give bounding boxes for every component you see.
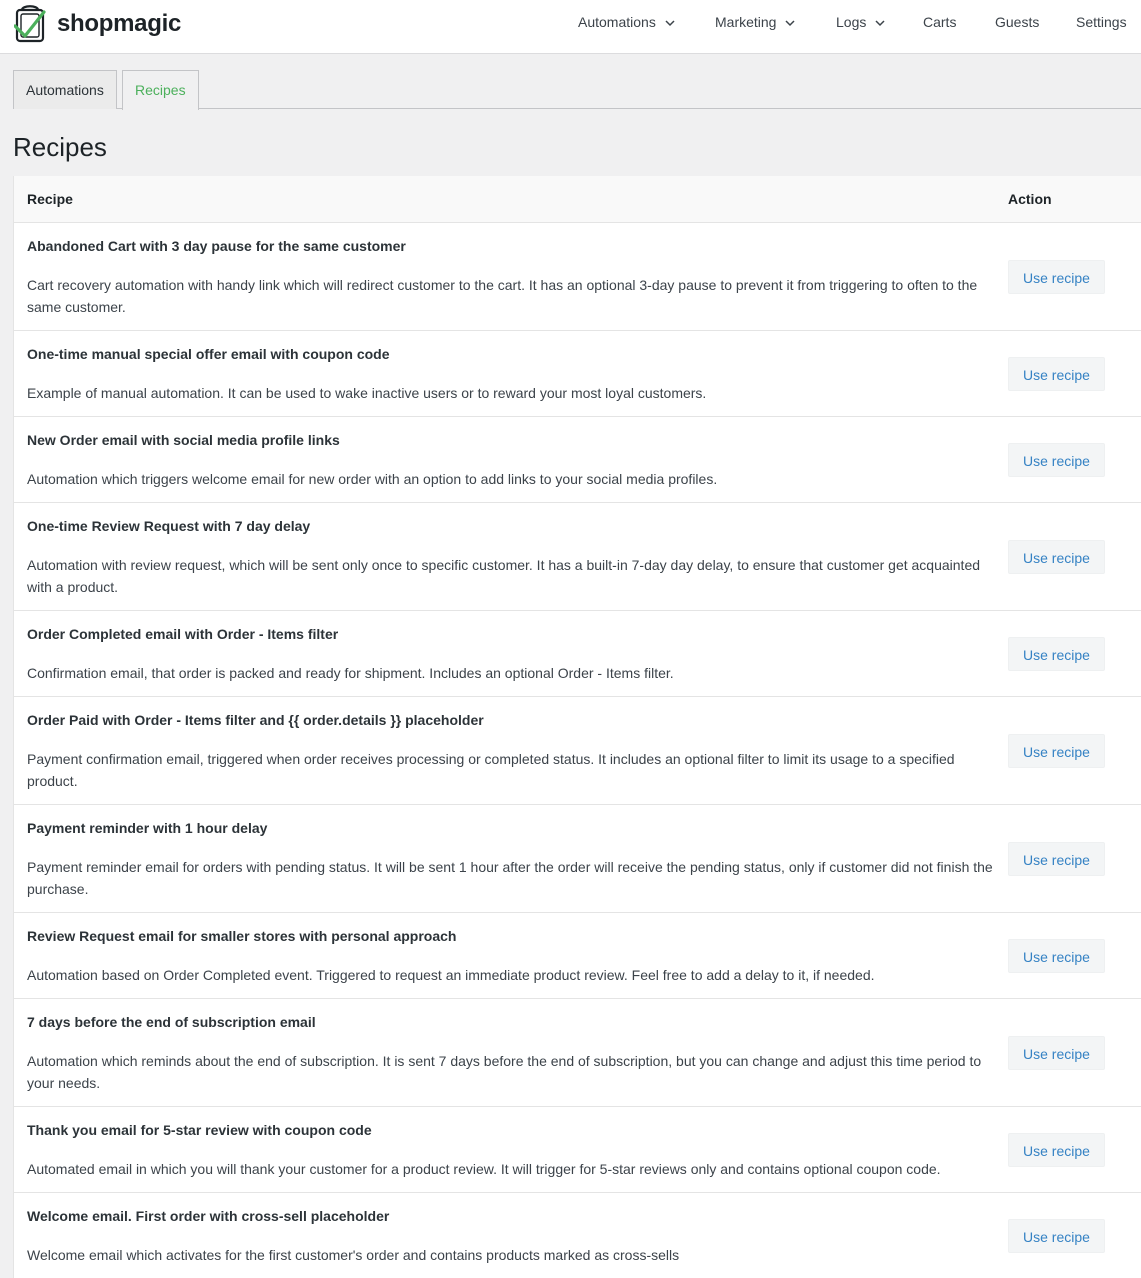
recipe-cell: Payment reminder with 1 hour delay Paymen… bbox=[14, 805, 994, 912]
recipe-title: Order Paid with Order - Items filter and… bbox=[27, 712, 484, 728]
recipe-title: Welcome email. First order with cross-se… bbox=[27, 1208, 390, 1224]
recipe-title: Payment reminder with 1 hour delay bbox=[27, 820, 268, 836]
recipe-description: Automation with review request, which wi… bbox=[27, 557, 981, 595]
recipe-title: Order Completed email with Order - Items… bbox=[27, 626, 339, 642]
recipe-description: Welcome email which activates for the fi… bbox=[27, 1247, 680, 1263]
table-header: Recipe Action bbox=[14, 176, 1141, 223]
nav-guests-label: Guests bbox=[995, 14, 1040, 30]
table-row: Welcome email. First order with cross-se… bbox=[14, 1193, 1141, 1278]
recipe-description: Cart recovery automation with handy link… bbox=[27, 277, 978, 315]
nav-guests[interactable]: Guests bbox=[995, 0, 1039, 44]
table-row: Abandoned Cart with 3 day pause for the … bbox=[14, 223, 1141, 331]
recipe-title: Thank you email for 5-star review with c… bbox=[27, 1122, 372, 1138]
use-recipe-button[interactable]: Use recipe bbox=[1008, 356, 1105, 391]
nav-marketing-label: Marketing bbox=[715, 14, 777, 30]
nav-carts-label: Carts bbox=[923, 14, 957, 30]
nav-logs[interactable]: Logs bbox=[836, 0, 885, 44]
recipe-description: Example of manual automation. It can be … bbox=[27, 385, 707, 401]
recipe-description: Confirmation email, that order is packed… bbox=[27, 665, 674, 681]
page-title: Recipes bbox=[13, 132, 107, 162]
table-body: Abandoned Cart with 3 day pause for the … bbox=[14, 223, 1141, 1278]
use-recipe-button[interactable]: Use recipe bbox=[1008, 1035, 1105, 1070]
shopmagic-logo-icon bbox=[14, 5, 46, 43]
recipe-title: One-time manual special offer email with… bbox=[27, 346, 390, 362]
recipe-title: New Order email with social media profil… bbox=[27, 432, 340, 448]
chevron-down-icon bbox=[785, 20, 795, 27]
recipe-cell: New Order email with social media profil… bbox=[14, 417, 994, 502]
table-row: One-time manual special offer email with… bbox=[14, 331, 1141, 417]
logo-text: shopmagic bbox=[57, 10, 181, 37]
nav-settings-label: Settings bbox=[1076, 14, 1127, 30]
recipe-title: 7 days before the end of subscription em… bbox=[27, 1014, 316, 1030]
nav-logs-label: Logs bbox=[836, 14, 867, 30]
recipe-cell: Order Paid with Order - Items filter and… bbox=[14, 697, 994, 804]
tab-automations[interactable]: Automations bbox=[13, 70, 117, 109]
recipe-title: Review Request email for smaller stores … bbox=[27, 928, 457, 944]
use-recipe-button[interactable]: Use recipe bbox=[1008, 259, 1105, 294]
nav-marketing[interactable]: Marketing bbox=[715, 0, 795, 44]
use-recipe-button[interactable]: Use recipe bbox=[1008, 539, 1105, 574]
recipe-cell: One-time Review Request with 7 day delay… bbox=[14, 503, 994, 610]
table-row: New Order email with social media profil… bbox=[14, 417, 1141, 503]
top-bar: shopmagic Automations Marketing Logs Car… bbox=[0, 0, 1141, 54]
recipes-table: Recipe Action Abandoned Cart with 3 day … bbox=[13, 176, 1141, 1278]
column-header-action: Action bbox=[1008, 191, 1052, 207]
use-recipe-button[interactable]: Use recipe bbox=[1008, 938, 1105, 973]
nav-automations[interactable]: Automations bbox=[578, 0, 675, 44]
table-row: Order Paid with Order - Items filter and… bbox=[14, 697, 1141, 805]
table-row: One-time Review Request with 7 day delay… bbox=[14, 503, 1141, 611]
recipe-description: Automation which triggers welcome email … bbox=[27, 471, 718, 487]
table-row: Payment reminder with 1 hour delay Paymen… bbox=[14, 805, 1141, 913]
chevron-down-icon bbox=[875, 20, 885, 27]
chevron-down-icon bbox=[665, 20, 675, 27]
nav-settings[interactable]: Settings bbox=[1076, 0, 1127, 44]
use-recipe-button[interactable]: Use recipe bbox=[1008, 442, 1105, 477]
use-recipe-button[interactable]: Use recipe bbox=[1008, 636, 1105, 671]
tab-bar: Automations Recipes bbox=[13, 70, 1141, 110]
recipe-cell: Order Completed email with Order - Items… bbox=[14, 611, 994, 696]
use-recipe-button[interactable]: Use recipe bbox=[1008, 733, 1105, 768]
use-recipe-button[interactable]: Use recipe bbox=[1008, 841, 1105, 876]
recipe-cell: Abandoned Cart with 3 day pause for the … bbox=[14, 223, 994, 330]
column-header-recipe: Recipe bbox=[27, 191, 73, 207]
recipe-cell: One-time manual special offer email with… bbox=[14, 331, 994, 416]
recipe-title: One-time Review Request with 7 day delay bbox=[27, 518, 311, 534]
recipe-cell: Review Request email for smaller stores … bbox=[14, 913, 994, 998]
table-row: 7 days before the end of subscription em… bbox=[14, 999, 1141, 1107]
recipe-cell: Thank you email for 5-star review with c… bbox=[14, 1107, 994, 1192]
table-row: Review Request email for smaller stores … bbox=[14, 913, 1141, 999]
recipe-description: Automated email in which you will thank … bbox=[27, 1161, 941, 1177]
recipe-cell: Welcome email. First order with cross-se… bbox=[14, 1193, 994, 1278]
recipe-description: Automation which reminds about the end o… bbox=[27, 1053, 982, 1091]
use-recipe-button[interactable]: Use recipe bbox=[1008, 1132, 1105, 1167]
nav-carts[interactable]: Carts bbox=[923, 0, 956, 44]
nav-automations-label: Automations bbox=[578, 14, 656, 30]
use-recipe-button[interactable]: Use recipe bbox=[1008, 1218, 1105, 1253]
recipe-cell: 7 days before the end of subscription em… bbox=[14, 999, 994, 1106]
table-row: Thank you email for 5-star review with c… bbox=[14, 1107, 1141, 1193]
recipe-description: Payment reminder email for orders with p… bbox=[27, 859, 993, 897]
recipe-title: Abandoned Cart with 3 day pause for the … bbox=[27, 238, 406, 254]
logo[interactable]: shopmagic bbox=[14, 4, 181, 44]
recipe-description: Automation based on Order Completed even… bbox=[27, 967, 875, 983]
table-row: Order Completed email with Order - Items… bbox=[14, 611, 1141, 697]
recipe-description: Payment confirmation email, triggered wh… bbox=[27, 751, 955, 789]
tab-recipes[interactable]: Recipes bbox=[122, 70, 199, 110]
